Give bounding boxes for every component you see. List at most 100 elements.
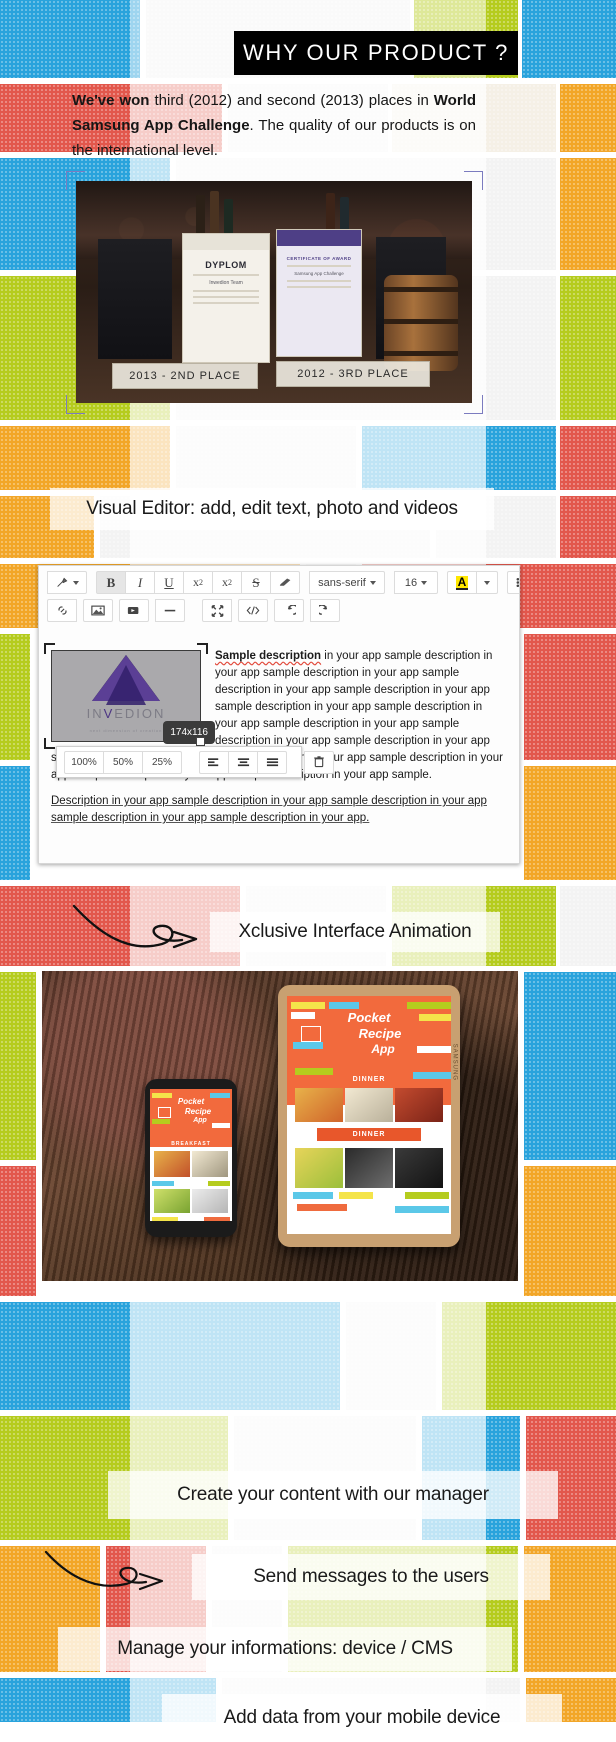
- food-thumb: [192, 1189, 228, 1213]
- food-thumb: [154, 1189, 190, 1213]
- logo-wordmark: INVEDION: [87, 705, 166, 722]
- certificate-header: [277, 230, 361, 246]
- image-delete-group[interactable]: [304, 750, 334, 774]
- clear-formatting-button[interactable]: [270, 571, 300, 594]
- tablet-food-row-1: [295, 1088, 443, 1122]
- editor-toolbar-row-1[interactable]: B I U x2 x2 S sans-serif 16 A: [39, 566, 519, 599]
- certificate-line: [193, 302, 259, 304]
- bg-tile: [560, 84, 616, 152]
- bg-tile: [524, 766, 616, 880]
- image-size-50[interactable]: 50%: [103, 750, 143, 774]
- chip: [395, 1206, 449, 1213]
- text-color-button[interactable]: A: [447, 571, 477, 594]
- insert-group[interactable]: [47, 599, 185, 622]
- page-title-text: WHY OUR PRODUCT ?: [243, 40, 509, 65]
- source-code-button[interactable]: [238, 599, 268, 622]
- list-group[interactable]: 123: [507, 571, 519, 594]
- curved-arrow-animation: [72, 904, 198, 949]
- align-center-button[interactable]: [228, 750, 258, 774]
- trash-icon: [314, 756, 324, 768]
- banner-visual-editor: Visual Editor: add, edit text, photo and…: [50, 488, 494, 530]
- insert-video-button[interactable]: [119, 599, 149, 622]
- redo-button[interactable]: [310, 599, 340, 622]
- food-thumb: [154, 1151, 190, 1177]
- device-mockup-photo: Pocket Recipe App DINNER DINNER SAMSUNG: [42, 971, 518, 1281]
- style-group[interactable]: [47, 571, 87, 594]
- undo-icon: [287, 604, 296, 615]
- strikethrough-button[interactable]: S: [241, 571, 271, 594]
- eraser-icon: [279, 578, 290, 586]
- underline-button[interactable]: U: [154, 571, 184, 594]
- image-icon: [91, 605, 105, 616]
- visual-editor-window[interactable]: B I U x2 x2 S sans-serif 16 A INVEDION n…: [38, 565, 520, 864]
- fullscreen-icon: [211, 604, 223, 617]
- logo-suffix: EDION: [114, 706, 166, 721]
- align-right-button[interactable]: [257, 750, 287, 774]
- bullet-list-button[interactable]: [507, 571, 519, 594]
- tablet-app-title-3: App: [371, 1042, 395, 1056]
- delete-image-button[interactable]: [304, 750, 334, 774]
- wooden-barrel: [384, 275, 458, 371]
- chip: [405, 1192, 449, 1199]
- text-format-group[interactable]: B I U x2 x2 S: [96, 571, 300, 594]
- phone-food-row-2: [154, 1189, 228, 1213]
- bg-tile: [0, 0, 140, 78]
- chevron-down-icon: [369, 580, 376, 585]
- certificate-header: [183, 234, 269, 250]
- style-brush-dropdown[interactable]: [47, 571, 87, 594]
- insert-image-button[interactable]: [83, 599, 113, 622]
- banner-messages: Send messages to the users: [192, 1554, 550, 1600]
- align-left-button[interactable]: [199, 750, 229, 774]
- plaque-left-text: 2013 - 2ND PLACE: [129, 370, 241, 382]
- font-family-select[interactable]: sans-serif: [309, 571, 385, 594]
- bg-tile: [560, 496, 616, 558]
- bg-tile: [0, 766, 30, 880]
- inserted-image-wrapper[interactable]: INVEDION next dimension of creation 174x…: [44, 643, 215, 749]
- page-title: WHY OUR PRODUCT ?: [234, 31, 518, 75]
- tablet-dinner-label: DINNER: [352, 1076, 386, 1083]
- text-color-dropdown[interactable]: [476, 571, 498, 594]
- chip: [297, 1204, 347, 1211]
- chevron-down-icon: [72, 580, 79, 585]
- bg-tile: [560, 276, 616, 420]
- undo-button[interactable]: [274, 599, 304, 622]
- banner-visual-editor-text: Visual Editor: add, edit text, photo and…: [86, 498, 458, 519]
- link-button[interactable]: [47, 599, 77, 622]
- image-align-group[interactable]: [199, 750, 287, 774]
- image-size-25[interactable]: 25%: [142, 750, 182, 774]
- banner-animation-text: Xclusive Interface Animation: [238, 921, 472, 942]
- font-size-select[interactable]: 16: [394, 571, 438, 594]
- tablet-dinner-banner: DINNER: [317, 1128, 421, 1141]
- editor-toolbar-row-2[interactable]: [39, 599, 519, 627]
- superscript-button[interactable]: x2: [183, 571, 213, 594]
- text-color-group[interactable]: A: [447, 571, 498, 594]
- image-size-group[interactable]: 100% 50% 25%: [64, 750, 182, 774]
- image-size-100[interactable]: 100%: [64, 750, 104, 774]
- plaque-right: 2012 - 3RD PLACE: [276, 361, 430, 387]
- diploma-title: DYPLOM: [205, 260, 247, 270]
- chevron-down-icon: [421, 580, 428, 585]
- bg-tile: [524, 972, 616, 1160]
- font-size-group[interactable]: 16: [394, 571, 438, 594]
- image-options-popup[interactable]: 100% 50% 25%: [56, 746, 334, 778]
- align-center-icon: [237, 757, 249, 766]
- chip: [293, 1192, 333, 1199]
- app-logo-icon: [301, 1026, 321, 1042]
- editor-paragraph-2: Description in your app sample descripti…: [51, 795, 487, 824]
- font-family-group[interactable]: sans-serif: [309, 571, 385, 594]
- banner-manager-text: Create your content with our manager: [177, 1484, 489, 1505]
- intro-lead: We've won: [72, 92, 150, 109]
- bold-button[interactable]: B: [96, 571, 126, 594]
- tools-group[interactable]: [202, 599, 340, 622]
- bg-tile: [524, 1166, 616, 1296]
- bg-tile: [524, 634, 616, 760]
- resize-handle-br[interactable]: [196, 737, 205, 746]
- italic-button[interactable]: I: [125, 571, 155, 594]
- tablet-food-row-2: [295, 1148, 443, 1188]
- tablet-device: Pocket Recipe App DINNER DINNER SAMSUNG: [278, 985, 460, 1247]
- bg-tile: [522, 0, 616, 78]
- tablet-app-title-2: Recipe: [358, 1026, 402, 1041]
- fullscreen-button[interactable]: [202, 599, 232, 622]
- horizontal-rule-button[interactable]: [155, 599, 185, 622]
- subscript-button[interactable]: x2: [212, 571, 242, 594]
